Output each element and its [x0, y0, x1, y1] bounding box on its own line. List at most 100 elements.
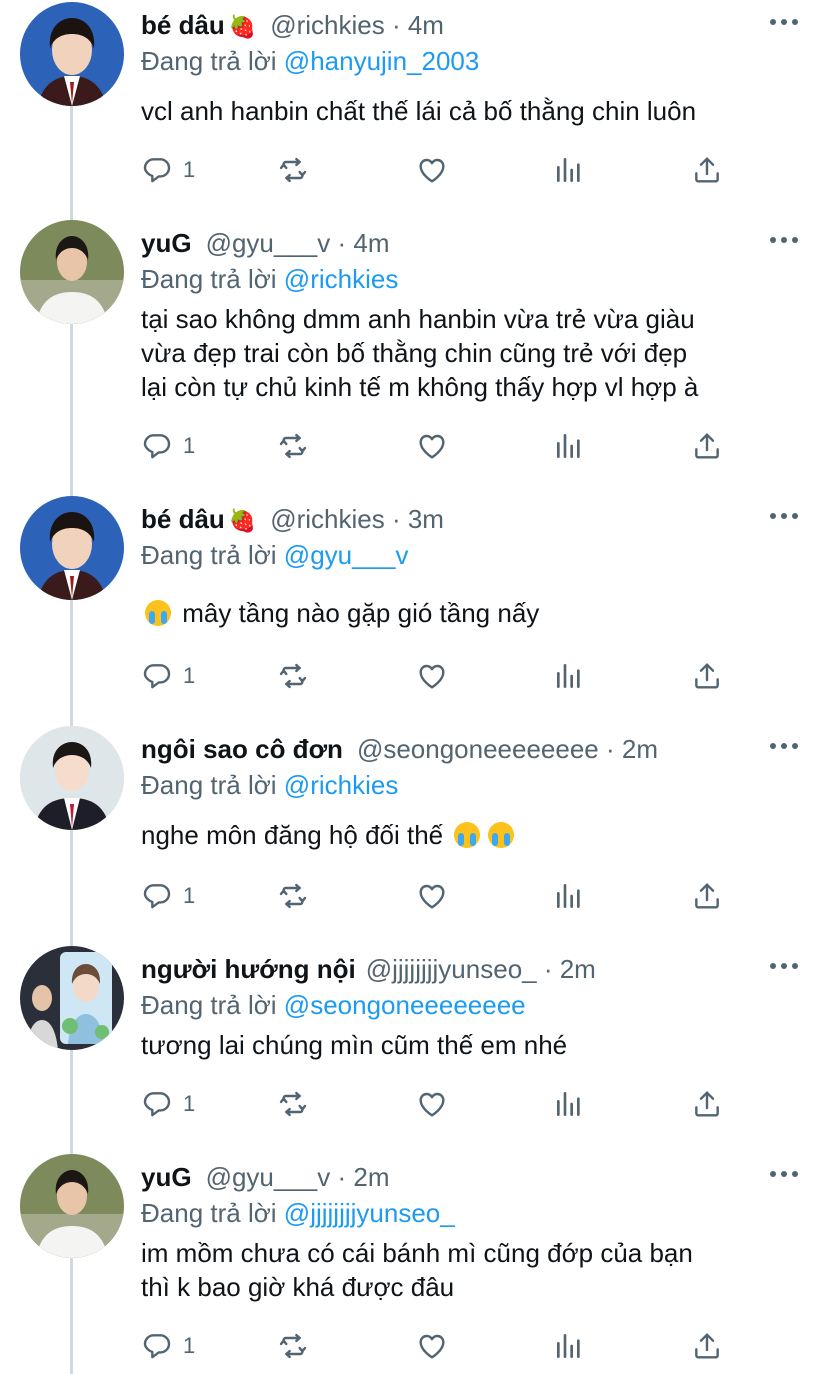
reply-button[interactable]: 1 — [141, 1084, 195, 1124]
share-button[interactable] — [691, 656, 723, 696]
reply-mention[interactable]: @richkies — [284, 264, 399, 294]
share-button[interactable] — [691, 150, 723, 190]
handle[interactable]: @gyu___v — [206, 228, 331, 258]
reply-mention[interactable]: @richkies — [284, 770, 399, 800]
retweet-button[interactable] — [277, 1084, 309, 1124]
avatar[interactable] — [20, 946, 124, 1050]
retweet-button[interactable] — [277, 876, 309, 916]
display-name[interactable]: yuG — [141, 228, 192, 258]
analytics-icon — [553, 880, 585, 912]
share-icon — [691, 660, 723, 692]
avatar[interactable] — [20, 2, 124, 106]
avatar[interactable] — [20, 726, 124, 830]
avatar[interactable] — [20, 1154, 124, 1258]
retweet-button[interactable] — [277, 426, 309, 466]
reply-prefix: Đang trả lời — [141, 46, 277, 76]
reply-button[interactable]: 1 — [141, 876, 195, 916]
handle[interactable]: @seongoneeeeeeee — [357, 734, 599, 764]
reply-mention[interactable]: @seongoneeeeeeee — [284, 990, 526, 1020]
reply-button[interactable]: 1 — [141, 150, 195, 190]
share-button[interactable] — [691, 1084, 723, 1124]
share-icon — [691, 880, 723, 912]
reply-icon — [141, 880, 173, 912]
like-button[interactable] — [416, 150, 448, 190]
avatar[interactable] — [20, 220, 124, 324]
analytics-icon — [553, 154, 585, 186]
like-button[interactable] — [416, 426, 448, 466]
action-bar: 1 — [141, 876, 741, 916]
reply-icon — [141, 660, 173, 692]
display-name[interactable]: người hướng nội — [141, 954, 356, 984]
retweet-icon — [277, 430, 309, 462]
tweet-text-line: mây tầng nào gặp gió tầng nấy — [182, 598, 540, 628]
more-icon[interactable] — [770, 506, 798, 526]
tweet-text: im mồm chưa có cái bánh mì cũng đớp của … — [141, 1236, 693, 1304]
crying-face-emoji — [145, 600, 171, 626]
more-icon[interactable] — [770, 1164, 798, 1184]
share-icon — [691, 1330, 723, 1362]
reply-mention[interactable]: @jjjjjjjjyunseo_ — [284, 1198, 455, 1228]
analytics-button[interactable] — [553, 150, 585, 190]
reply-icon — [141, 430, 173, 462]
display-name[interactable]: ngôi sao cô đơn — [141, 734, 343, 764]
retweet-button[interactable] — [277, 150, 309, 190]
handle[interactable]: @jjjjjjjjyunseo_ — [366, 954, 537, 984]
display-name[interactable]: bé dâu — [141, 504, 225, 534]
reply-prefix: Đang trả lời — [141, 1198, 277, 1228]
like-button[interactable] — [416, 1326, 448, 1366]
retweet-button[interactable] — [277, 656, 309, 696]
reply-prefix: Đang trả lời — [141, 770, 277, 800]
like-button[interactable] — [416, 1084, 448, 1124]
strawberry-emoji: 🍓 — [228, 508, 257, 533]
reply-icon — [141, 1088, 173, 1120]
tweet-header: yuG @gyu___v · 4m — [141, 228, 390, 258]
heart-icon — [416, 154, 448, 186]
reply-context: Đang trả lời @richkies — [141, 264, 398, 294]
analytics-button[interactable] — [553, 876, 585, 916]
more-icon[interactable] — [770, 956, 798, 976]
display-name[interactable]: yuG — [141, 1162, 192, 1192]
share-button[interactable] — [691, 1326, 723, 1366]
reply-prefix: Đang trả lời — [141, 990, 277, 1020]
reply-button[interactable]: 1 — [141, 656, 195, 696]
reply-count: 1 — [183, 1091, 196, 1116]
handle[interactable]: @richkies — [270, 504, 385, 534]
reply-button[interactable]: 1 — [141, 426, 195, 466]
more-icon[interactable] — [770, 12, 798, 32]
like-button[interactable] — [416, 876, 448, 916]
action-bar: 1 — [141, 1326, 741, 1366]
more-icon[interactable] — [770, 230, 798, 250]
like-button[interactable] — [416, 656, 448, 696]
analytics-button[interactable] — [553, 426, 585, 466]
timestamp[interactable]: · 2m — [544, 954, 596, 984]
retweet-button[interactable] — [277, 1326, 309, 1366]
reply-mention[interactable]: @hanyujin_2003 — [284, 46, 480, 76]
analytics-button[interactable] — [553, 656, 585, 696]
action-bar: 1 — [141, 150, 741, 190]
timestamp[interactable]: · 4m — [392, 10, 444, 40]
tweet-text: tương lai chúng mìn cũm thế em nhé — [141, 1028, 567, 1062]
reply-prefix: Đang trả lời — [141, 540, 277, 570]
handle[interactable]: @richkies — [270, 10, 385, 40]
heart-icon — [416, 430, 448, 462]
tweet-text: mây tầng nào gặp gió tầng nấy — [141, 596, 539, 630]
display-name[interactable]: bé dâu — [141, 10, 225, 40]
analytics-button[interactable] — [553, 1084, 585, 1124]
tweet-text-line: vcl anh hanbin chất thế lái cả bố thằng … — [141, 96, 697, 126]
timestamp[interactable]: · 2m — [606, 734, 658, 764]
reply-icon — [141, 1330, 173, 1362]
timestamp[interactable]: · 2m — [338, 1162, 390, 1192]
share-button[interactable] — [691, 426, 723, 466]
action-bar: 1 — [141, 656, 741, 696]
reply-count: 1 — [183, 157, 196, 182]
timestamp[interactable]: · 3m — [392, 504, 444, 534]
share-button[interactable] — [691, 876, 723, 916]
analytics-button[interactable] — [553, 1326, 585, 1366]
reply-mention[interactable]: @gyu___v — [284, 540, 409, 570]
timestamp[interactable]: · 4m — [338, 228, 390, 258]
more-icon[interactable] — [770, 736, 798, 756]
avatar[interactable] — [20, 496, 124, 600]
reply-button[interactable]: 1 — [141, 1326, 195, 1366]
handle[interactable]: @gyu___v — [206, 1162, 331, 1192]
reply-count: 1 — [183, 1333, 196, 1358]
